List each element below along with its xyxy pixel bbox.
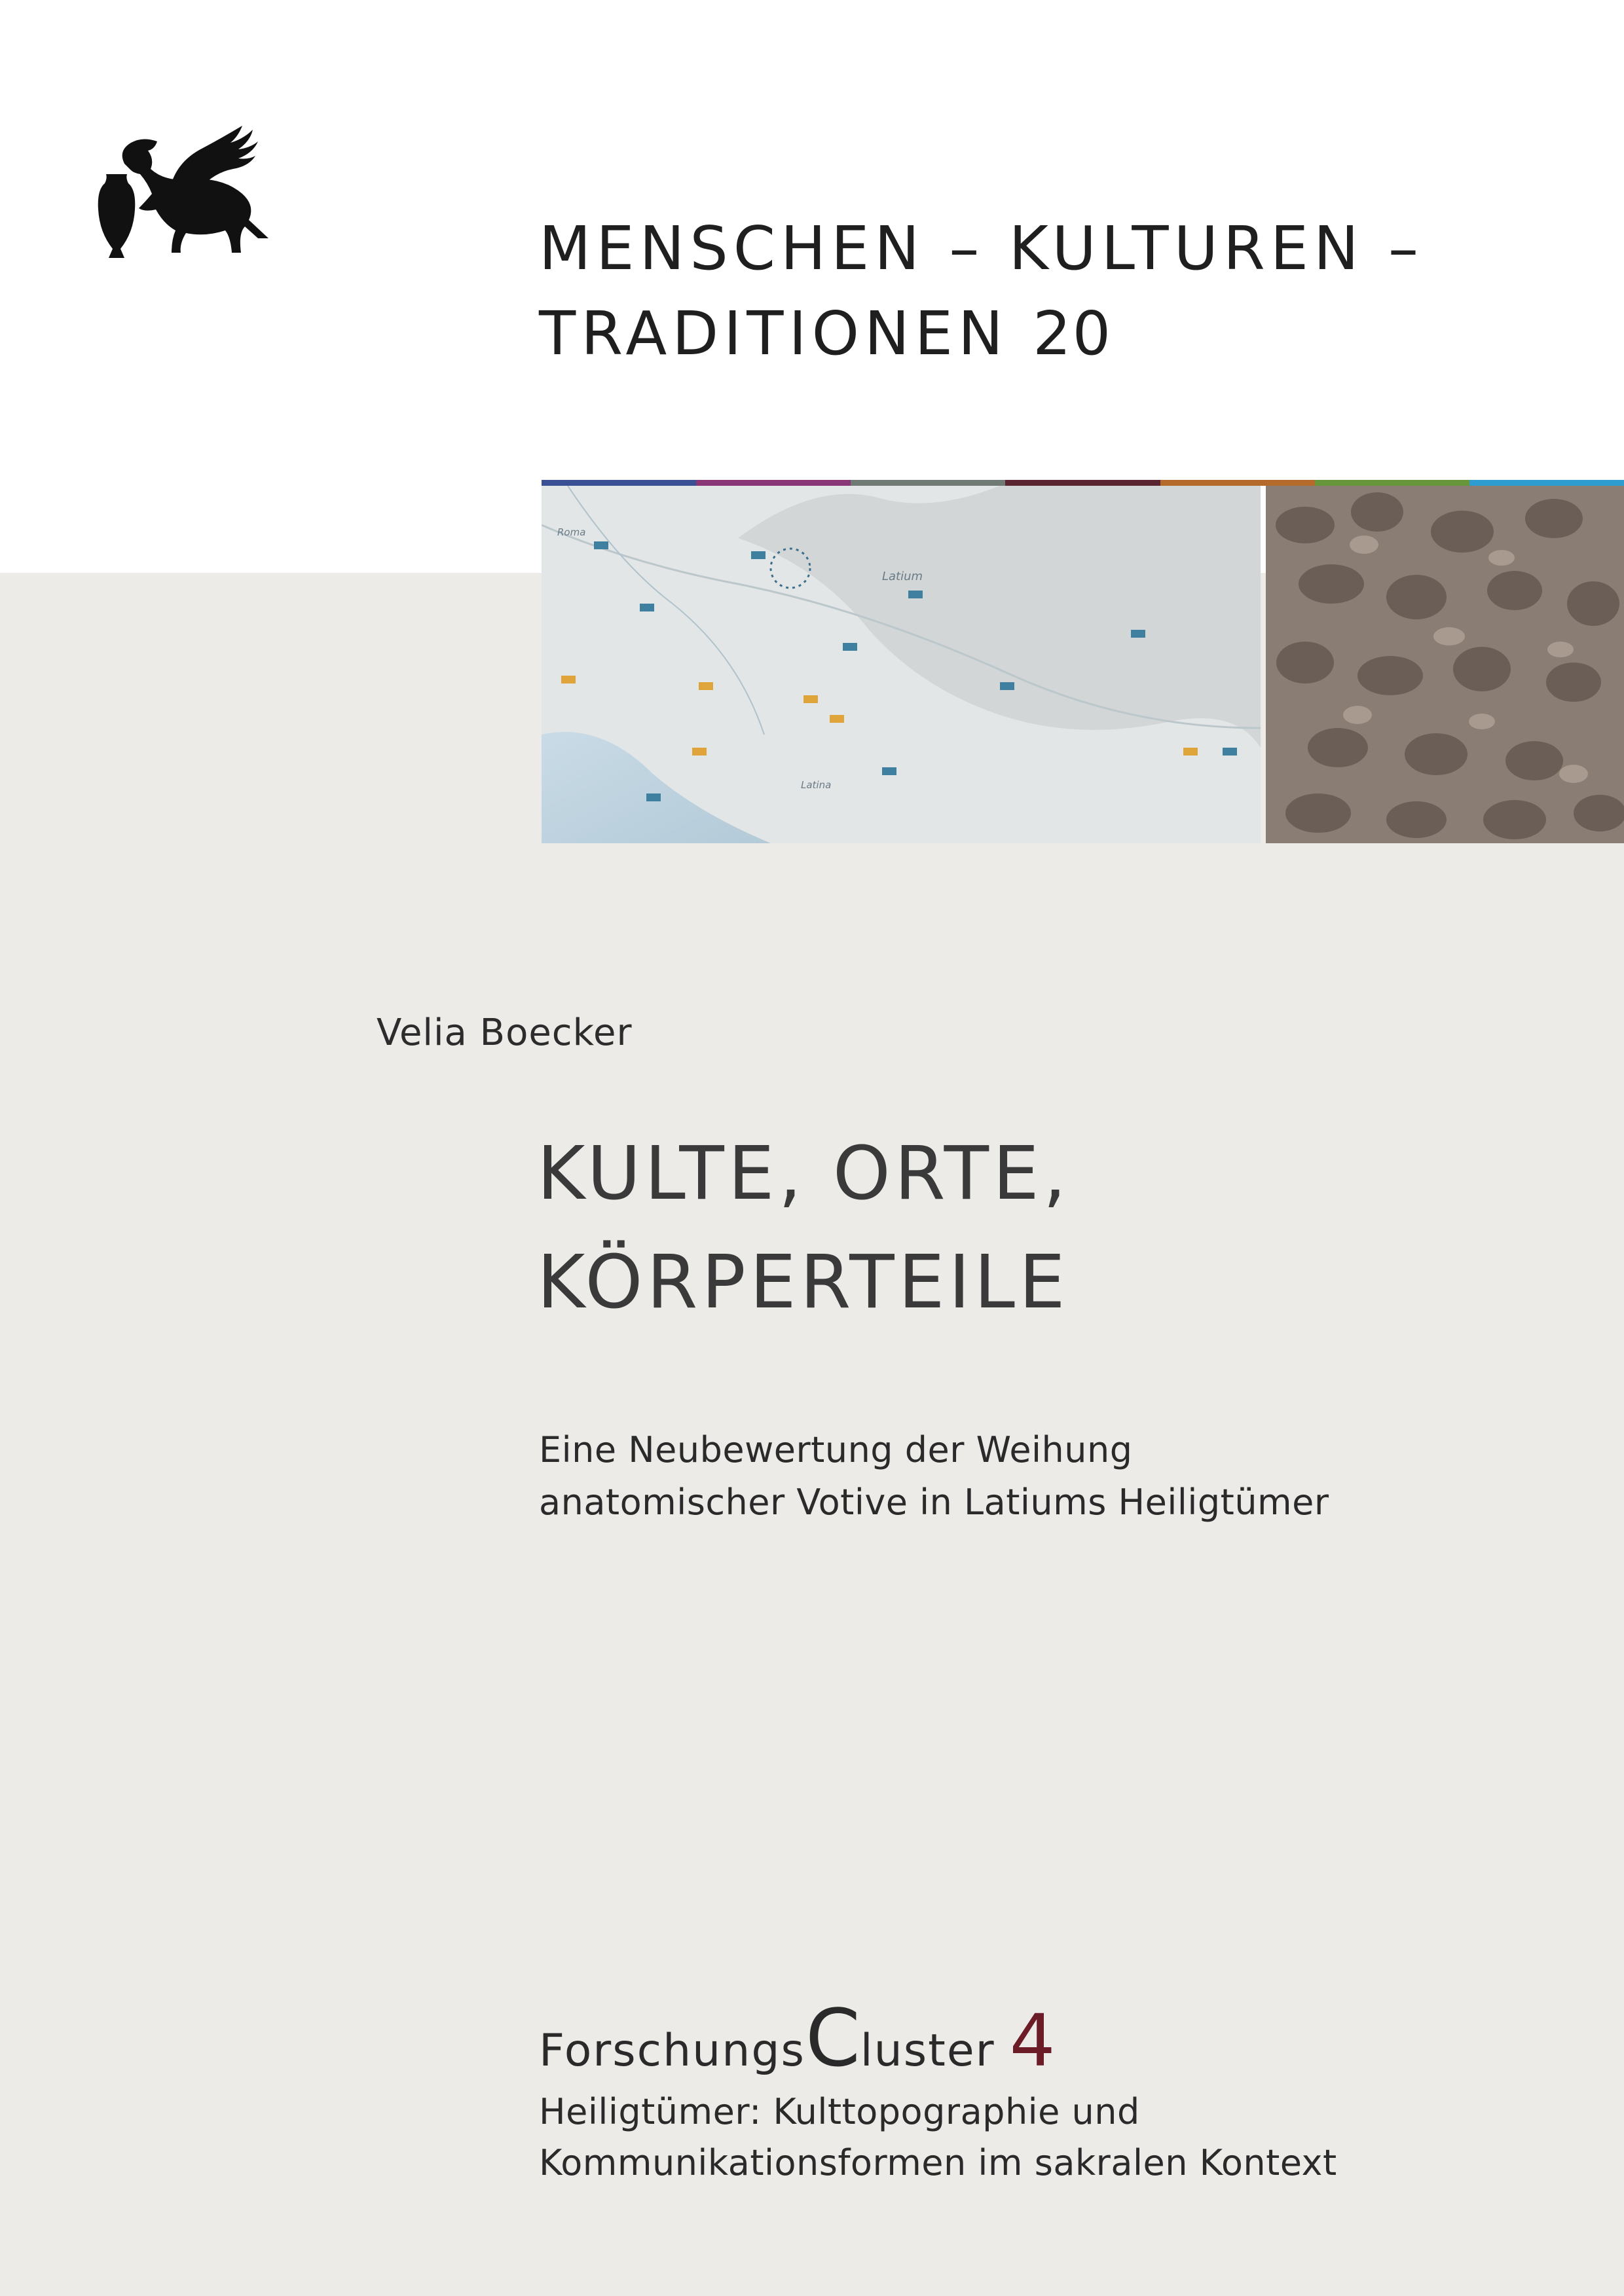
book-subtitle-line-2: anatomischer Votive in Latiums Heiligtüm… xyxy=(539,1482,1329,1523)
cluster-desc-line-2: Kommunikationsformen im sakralen Kontext xyxy=(539,2142,1337,2183)
color-strip-segment-1 xyxy=(542,480,697,486)
series-line-1: MENSCHEN – KULTUREN – xyxy=(539,213,1424,283)
color-strip-segment-7 xyxy=(1469,480,1624,486)
book-title-line-1: KULTE, ORTE, xyxy=(537,1131,1071,1216)
votive-photo-graphic xyxy=(1266,486,1624,843)
research-cluster: ForschungsCluster 4 Heiligtümer: Kulttopo… xyxy=(539,2000,1337,2189)
cluster-big-c: C xyxy=(805,1994,860,2085)
votive-objects-photo xyxy=(1266,486,1624,843)
map-graphic xyxy=(542,486,1261,843)
research-cluster-heading: ForschungsCluster 4 xyxy=(539,2000,1337,2084)
map-label-city: Roma xyxy=(557,526,586,538)
book-title-line-2: KÖRPERTEILE xyxy=(537,1240,1069,1325)
color-strip xyxy=(542,480,1624,486)
color-strip-segment-6 xyxy=(1314,480,1469,486)
color-strip-segment-4 xyxy=(1005,480,1160,486)
book-title: KULTE, ORTE, KÖRPERTEILE xyxy=(537,1120,1070,1337)
cluster-word-part2: luster xyxy=(860,2025,995,2077)
series-number: 20 xyxy=(1033,299,1113,369)
series-name: TRADITIONEN xyxy=(539,299,1008,369)
cluster-word-part1: Forschungs xyxy=(539,2025,805,2077)
series-line-2: TRADITIONEN 20 xyxy=(539,291,1424,376)
series-title: MENSCHEN – KULTUREN – TRADITIONEN 20 xyxy=(539,206,1424,376)
map-label-town: Latina xyxy=(801,779,832,791)
color-strip-segment-3 xyxy=(851,480,1006,486)
cover-images: Latium Roma Latina xyxy=(542,486,1624,843)
book-subtitle: Eine Neubewertung der Weihung anatomisch… xyxy=(539,1424,1329,1529)
cluster-desc-line-1: Heiligtümer: Kulttopographie und xyxy=(539,2091,1140,2132)
cluster-number: 4 xyxy=(1009,1999,1057,2083)
color-strip-segment-2 xyxy=(696,480,851,486)
research-cluster-description: Heiligtümer: Kulttopographie und Kommuni… xyxy=(539,2086,1337,2189)
map-of-latium-image: Latium Roma Latina xyxy=(542,486,1261,843)
color-strip-segment-5 xyxy=(1160,480,1315,486)
map-label-region: Latium xyxy=(882,570,923,583)
book-subtitle-line-1: Eine Neubewertung der Weihung xyxy=(539,1429,1133,1470)
author-name: Velia Boecker xyxy=(377,1011,633,1054)
griffin-logo xyxy=(98,126,268,258)
